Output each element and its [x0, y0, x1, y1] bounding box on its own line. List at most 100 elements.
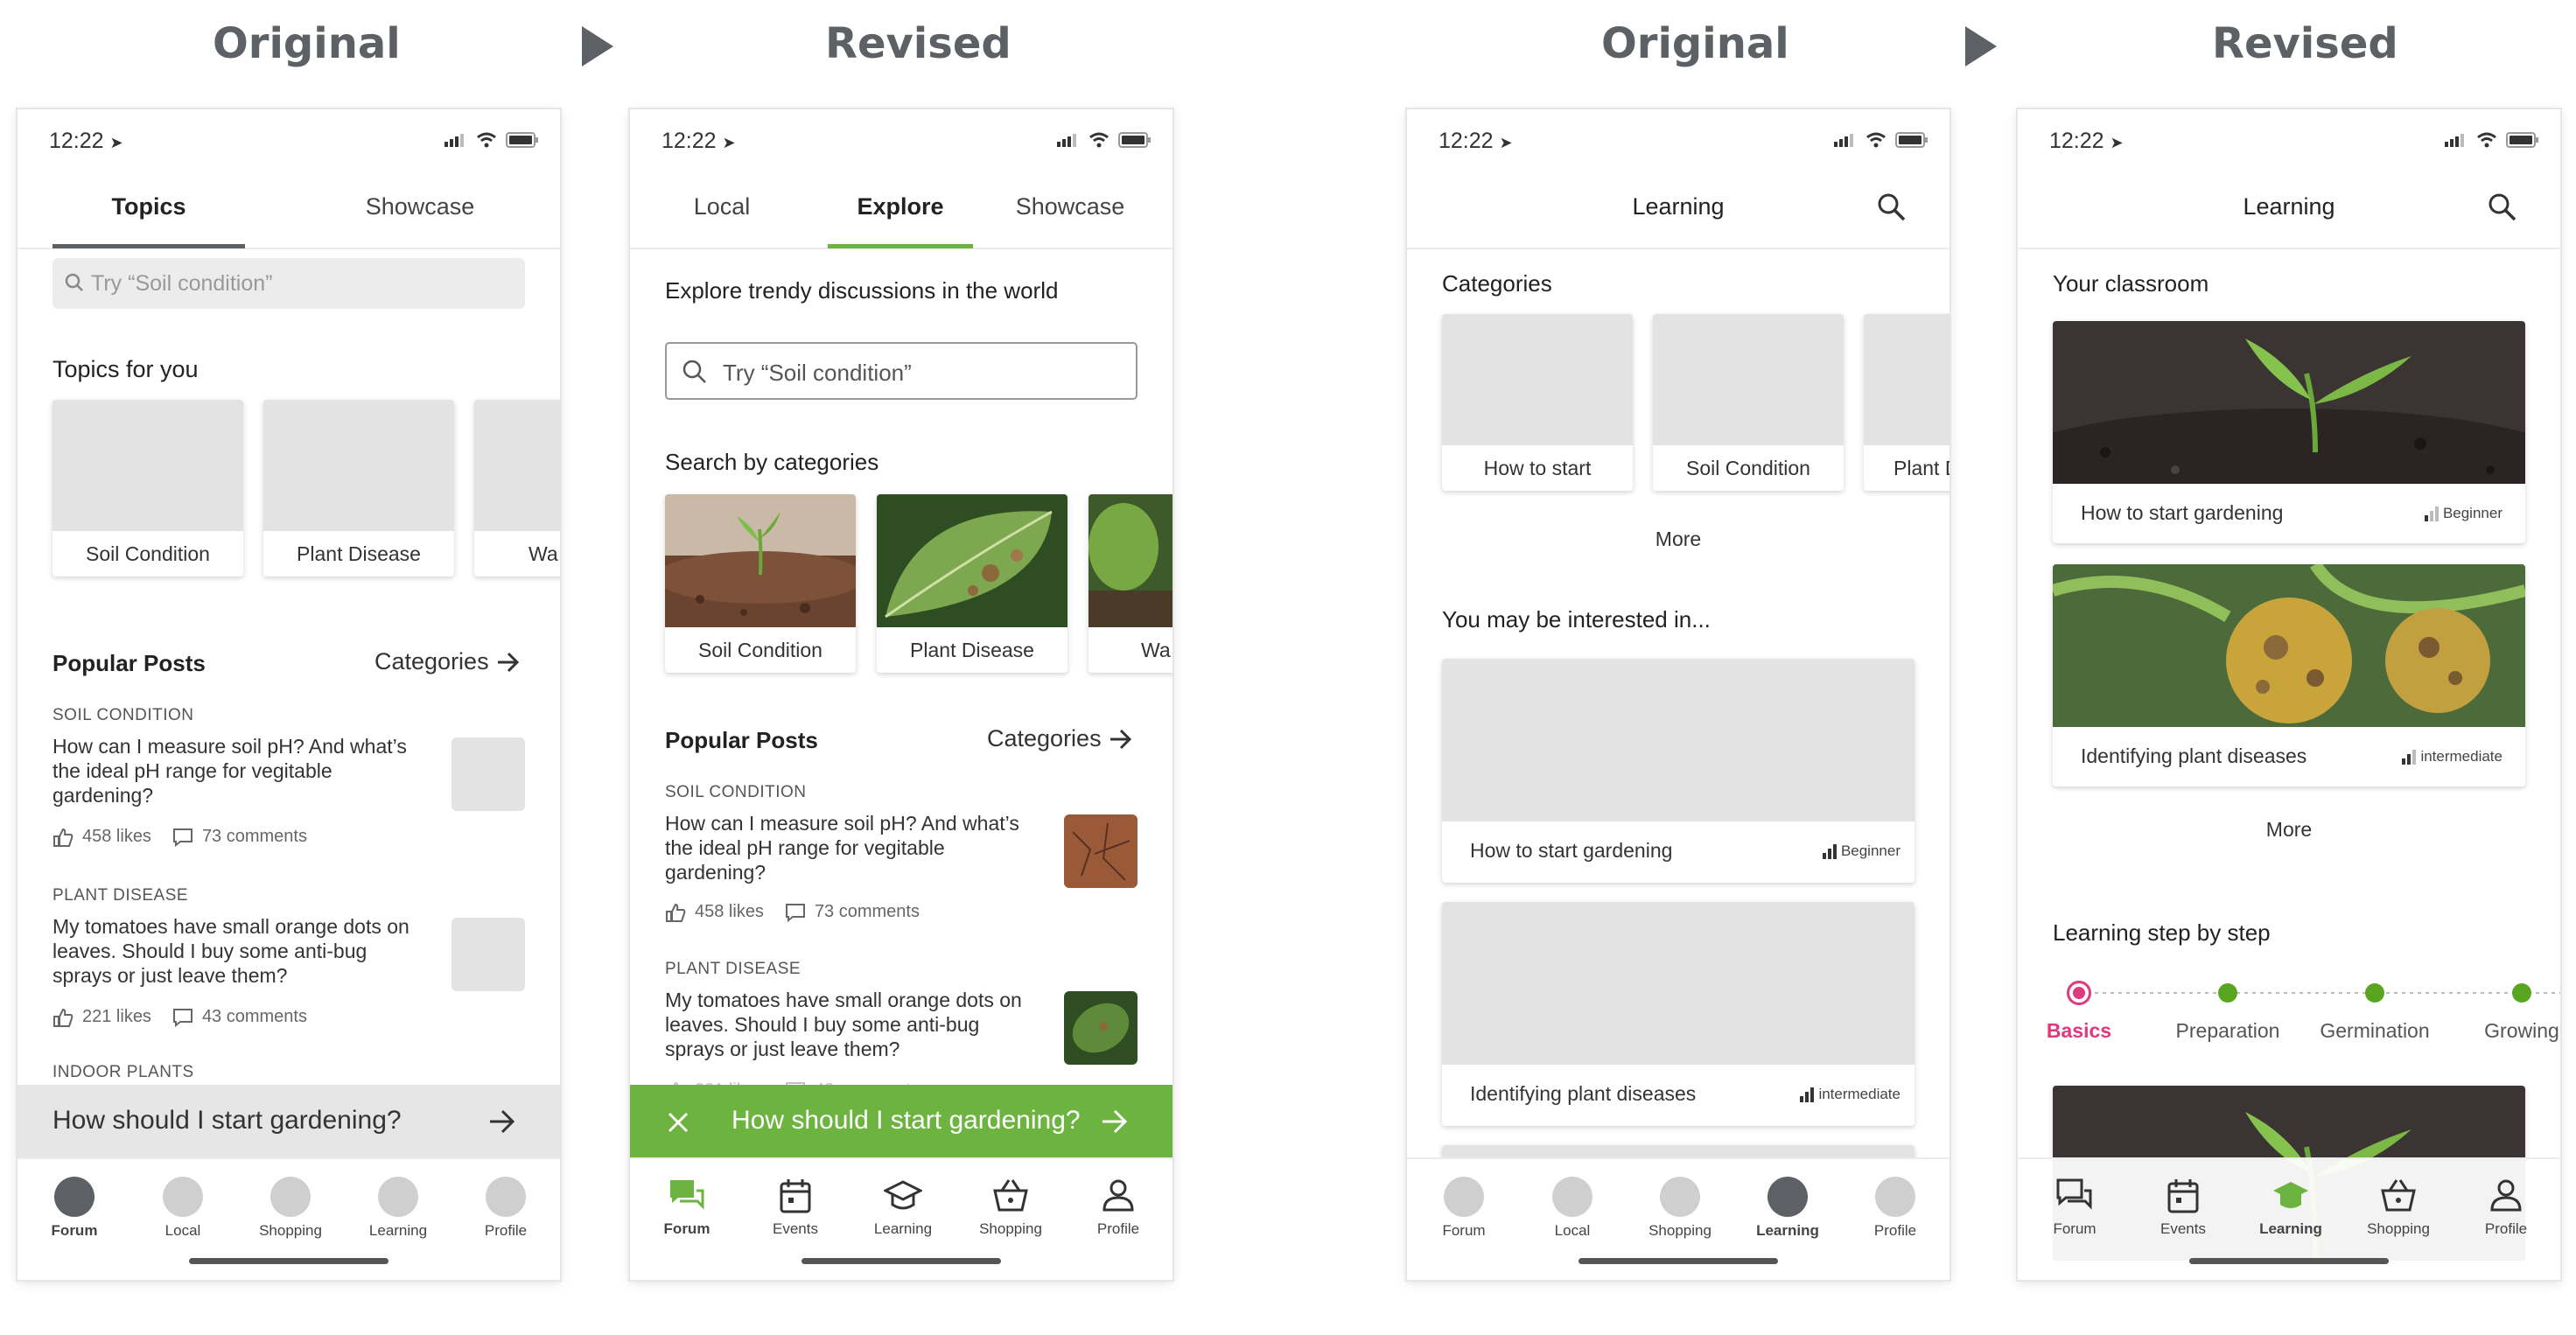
signal-icon — [2445, 134, 2464, 147]
more-link[interactable]: More — [1407, 528, 1950, 551]
home-indicator — [189, 1258, 388, 1264]
nav-profile[interactable]: Profile — [1070, 1177, 1166, 1238]
nav-events[interactable]: Events — [747, 1177, 844, 1238]
close-icon[interactable] — [667, 1111, 690, 1134]
post-category: SOIL CONDITION — [52, 706, 194, 724]
tab-showcase[interactable]: Showcase — [987, 193, 1153, 220]
calendar-icon — [780, 1179, 811, 1213]
nav-forum[interactable]: Forum — [1416, 1177, 1512, 1240]
tab-topics[interactable]: Topics — [52, 193, 245, 220]
nav-learning[interactable]: Learning — [350, 1177, 446, 1240]
tab-explore[interactable]: Explore — [828, 193, 973, 220]
step-dot-active[interactable] — [2067, 981, 2091, 1005]
post-body[interactable]: My tomatoes have small orange dots on le… — [52, 914, 429, 988]
nav-shopping[interactable]: Shopping — [1632, 1177, 1728, 1240]
step-dot[interactable] — [2218, 983, 2237, 1003]
nav-forum[interactable]: Forum — [2026, 1177, 2123, 1238]
category-card-third[interactable]: Wa — [1088, 494, 1172, 673]
step-dot[interactable] — [2512, 983, 2531, 1003]
category-card[interactable]: How to start — [1442, 314, 1633, 491]
course-card[interactable]: How to start gardening Beginner — [2053, 321, 2525, 543]
page-title: Learning — [1632, 193, 1725, 220]
step-label[interactable]: Basics — [2018, 1019, 2140, 1043]
nav-profile[interactable]: Profile — [1847, 1177, 1943, 1240]
explore-title: Explore trendy discussions in the world — [665, 277, 1059, 304]
topic-card[interactable]: Soil Condition — [52, 400, 243, 577]
header-original-1: Original — [213, 19, 401, 68]
level-badge: Beginner — [1822, 842, 1900, 860]
start-gardening-banner[interactable]: How should I start gardening? — [18, 1085, 560, 1158]
course-name: How to start gardening — [2081, 501, 2284, 524]
phone-revised-forum: 12:22 ➤ Local Explore Showcase Explore t… — [630, 109, 1172, 1280]
forum-icon — [670, 1180, 704, 1210]
step-label[interactable]: Growing — [2460, 1019, 2560, 1043]
search-input[interactable]: Try “Soil condition” — [665, 342, 1138, 400]
wifi-icon — [477, 132, 496, 148]
post-body[interactable]: How can I measure soil pH? And what’s th… — [52, 734, 420, 807]
post-body[interactable]: How can I measure soil pH? And what’s th… — [665, 811, 1032, 884]
nav-shopping[interactable]: Shopping — [2350, 1177, 2446, 1238]
like-icon — [666, 903, 686, 922]
tab-showcase[interactable]: Showcase — [324, 193, 516, 220]
nav-learning[interactable]: Learning — [2243, 1177, 2339, 1238]
post-body[interactable]: My tomatoes have small orange dots on le… — [665, 988, 1041, 1061]
course-card[interactable]: Identifying plant diseases intermediate — [1442, 902, 1914, 1126]
nav-learning[interactable]: Learning — [1740, 1177, 1836, 1240]
categories-link[interactable]: Categories — [987, 725, 1133, 752]
level-bars-icon — [2402, 749, 2417, 765]
nav-learning[interactable]: Learning — [855, 1177, 951, 1238]
tab-local[interactable]: Local — [656, 193, 788, 220]
nav-forum[interactable]: Forum — [26, 1177, 122, 1240]
post-meta: 458 likes 73 comments — [665, 902, 920, 922]
search-placeholder: Try “Soil condition” — [723, 360, 912, 386]
like-icon — [53, 828, 74, 847]
nav-shopping[interactable]: Shopping — [962, 1177, 1059, 1238]
category-card-soil[interactable]: Soil Condition — [665, 494, 856, 673]
course-card[interactable]: How to start gardening Beginner — [1442, 659, 1914, 883]
nav-local[interactable]: Local — [135, 1177, 231, 1240]
header-revised-1: Revised — [825, 19, 1012, 68]
course-card[interactable]: Identifying plant diseases intermediate — [2053, 564, 2525, 786]
search-icon[interactable] — [1878, 193, 1906, 221]
status-time: 12:22 ➤ — [1438, 129, 1513, 153]
nav-shopping[interactable]: Shopping — [242, 1177, 339, 1240]
sprout-image — [2053, 321, 2525, 484]
start-gardening-banner[interactable]: How should I start gardening? — [630, 1085, 1172, 1158]
category-label: Soil Condition — [698, 639, 822, 661]
nav-events[interactable]: Events — [2135, 1177, 2231, 1238]
title-bar: Learning — [2018, 171, 2560, 249]
arrow-right-icon — [582, 26, 613, 66]
category-card[interactable]: Plant D — [1864, 314, 1950, 491]
post-category: PLANT DISEASE — [52, 886, 189, 905]
status-icons — [444, 132, 539, 148]
topic-card[interactable]: Wa — [474, 400, 560, 577]
step-label[interactable]: Germination — [2314, 1019, 2436, 1043]
category-card[interactable]: Soil Condition — [1653, 314, 1844, 491]
nav-profile[interactable]: Profile — [458, 1177, 554, 1240]
step-dot[interactable] — [2365, 983, 2384, 1003]
wifi-icon — [1866, 132, 1886, 148]
level-badge: Beginner — [2424, 505, 2502, 522]
category-card-disease[interactable]: Plant Disease — [877, 494, 1068, 673]
step-label[interactable]: Preparation — [2166, 1019, 2289, 1043]
nav-local[interactable]: Local — [1524, 1177, 1620, 1240]
tab-underline — [828, 244, 973, 248]
topic-card[interactable]: Plant Disease — [263, 400, 454, 577]
header-original-2: Original — [1601, 19, 1789, 68]
steps-title: Learning step by step — [2053, 919, 2271, 946]
more-link[interactable]: More — [2018, 818, 2560, 842]
search-input[interactable]: Try “Soil condition” — [52, 258, 525, 309]
status-icons — [2445, 132, 2539, 148]
basket-icon — [993, 1179, 1028, 1212]
categories-link[interactable]: Categories — [374, 648, 521, 675]
bottom-nav: Forum Local Shopping Learning Profile — [1407, 1157, 1950, 1280]
arrow-right-icon — [1965, 26, 1997, 66]
nav-forum[interactable]: Forum — [639, 1177, 735, 1238]
phone-original-forum: 12:22 ➤ Topics Showcase Try “Soil condit… — [18, 109, 560, 1280]
tab-bar: Local Explore Showcase — [630, 171, 1172, 249]
search-icon[interactable] — [2488, 193, 2516, 221]
status-icons — [1834, 132, 1928, 148]
page-title: Learning — [2243, 193, 2335, 220]
nav-profile[interactable]: Profile — [2458, 1177, 2554, 1238]
battery-icon — [1895, 132, 1928, 148]
